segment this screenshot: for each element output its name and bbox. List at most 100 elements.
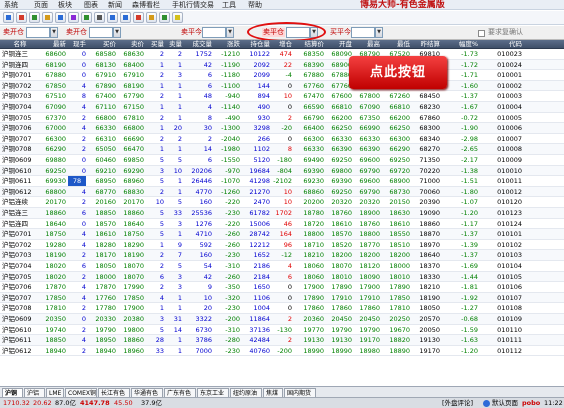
table-row[interactable]: 沪铜0702 67850 4 67890 68190 1 1 6 -1100 144 0 67760 6… <box>0 80 564 92</box>
table-row[interactable]: 沪铜0705 67370 2 66800 67810 2 1 8 -490 930 2 66790 66… <box>0 113 564 124</box>
column-header-11[interactable]: 结算价 <box>296 40 325 49</box>
order-form-icon[interactable] <box>29 12 40 23</box>
column-header-7[interactable]: 成交量 <box>186 40 213 49</box>
menu-item-3[interactable]: 图表 <box>84 1 98 9</box>
filter-dropdown-4[interactable]: ▼ <box>310 27 318 38</box>
menu-item-4[interactable]: 新闻 <box>108 1 122 9</box>
close-position-button[interactable]: 卖平仓 <box>262 28 285 37</box>
table-row[interactable]: 沪铝0706 17870 4 17870 17990 2 3 9 -350 1650 0 17900 1… <box>0 282 564 293</box>
line-chart-icon[interactable] <box>3 12 14 23</box>
filter-input-5[interactable] <box>351 27 375 38</box>
filter-dropdown-5[interactable]: ▼ <box>375 27 383 38</box>
column-header-1[interactable]: 最新 <box>42 40 66 49</box>
cell-13: 18900 <box>359 209 380 217</box>
menu-item-7[interactable]: 交易 <box>200 1 214 9</box>
filter-input-3[interactable] <box>202 27 226 38</box>
filter-input-4[interactable] <box>286 27 310 38</box>
table-row[interactable]: 沪铝0703 18190 2 18170 18190 2 7 160 -230 1652 -12 18… <box>0 250 564 261</box>
table-row[interactable]: 沪铜连三 68600 0 68580 68630 2 2 1752 -1210 10122 474 6… <box>0 49 564 60</box>
column-header-9[interactable]: 持仓量 <box>242 40 271 49</box>
filter-input-2[interactable] <box>89 27 113 38</box>
menu-item-0[interactable]: 系统 <box>4 1 18 9</box>
market-tab-0[interactable]: 沪铜 <box>2 388 23 397</box>
column-header-12[interactable]: 开盘 <box>326 40 352 49</box>
column-header-17[interactable]: 代码 <box>482 40 522 49</box>
market-tab-1[interactable]: 沪铝 <box>24 388 45 397</box>
table-row[interactable]: 沪铝连三 18860 6 18850 18860 5 33 25536 -230 61782 170… <box>0 208 564 219</box>
table-row[interactable]: 沪铝连四 18640 0 18570 18640 5 3 1276 -220 15006 46 187… <box>0 219 564 230</box>
table-row[interactable]: 沪铝0707 17850 4 17760 17850 4 1 10 -320 1106 0 17890… <box>0 292 564 304</box>
alarm-icon[interactable] <box>146 12 157 23</box>
column-header-4[interactable]: 卖价 <box>118 40 144 49</box>
table-row[interactable]: 沪铝连续 20170 2 20160 20170 10 5 160 -220 2470 10 2020… <box>0 197 564 208</box>
column-header-14[interactable]: 最低 <box>382 40 410 49</box>
table-row[interactable]: 沪铝0610 19740 2 19790 19800 5 14 6730 -310 37136 -1… <box>0 325 564 336</box>
quote-list-icon[interactable] <box>16 12 27 23</box>
market-tab-7[interactable]: 东京工业 <box>197 388 229 397</box>
column-header-5[interactable]: 买量 <box>146 40 164 49</box>
tool-icon[interactable] <box>81 12 92 23</box>
back-icon[interactable] <box>107 12 118 23</box>
table-row[interactable]: 沪铝0609 20350 0 20330 20380 3 31 3322 -200 11864 2 2… <box>0 314 564 325</box>
column-header-0[interactable]: 名称 <box>2 40 38 49</box>
menu-item-6[interactable]: 手机行情 <box>172 1 200 9</box>
menu-item-1[interactable]: 页面 <box>34 1 48 9</box>
menu-item-2[interactable]: 板块 <box>58 1 72 9</box>
status-default-page[interactable]: 默认页面 <box>492 399 518 408</box>
table-row[interactable]: 沪铝0701 18750 4 18610 18750 5 1 4710 -260 28742 164… <box>0 229 564 240</box>
market-tab-10[interactable]: 国内期货 <box>284 388 316 397</box>
trade-icon[interactable] <box>68 12 79 23</box>
column-header-13[interactable]: 最高 <box>354 40 380 49</box>
market-tab-9[interactable]: 焦煤 <box>263 388 283 397</box>
status-comment-link[interactable]: [外盘评论] <box>442 399 473 408</box>
menu-item-5[interactable]: 森博看栏 <box>132 1 160 9</box>
refresh-icon[interactable] <box>55 12 66 23</box>
table-row[interactable]: 沪铜0609 69880 0 60460 69850 5 5 6 -1550 5120 -180 69… <box>0 155 564 166</box>
table-row[interactable]: 沪铜0706 67000 4 66330 66800 1 20 30 -1300 3298 -20 6… <box>0 123 564 134</box>
market-tab-3[interactable]: COMEX铜 <box>65 388 97 397</box>
table-row[interactable]: 沪铝0708 17810 2 17780 17900 1 1 20 -230 1004 0 17860… <box>0 303 564 314</box>
filter-dropdown-2[interactable]: ▼ <box>113 27 121 38</box>
menu-item-8[interactable]: 工具 <box>222 1 236 9</box>
cell-10: -4 <box>285 71 292 80</box>
filter-input-1[interactable] <box>26 27 50 38</box>
market-tab-8[interactable]: 纽约原油 <box>230 388 262 397</box>
table-row[interactable]: 沪铝0611 18850 4 18950 18860 28 1 3786 -280 42484 2 1… <box>0 335 564 346</box>
column-header-16[interactable]: 幅度% <box>444 40 478 49</box>
confirm-checkbox[interactable] <box>478 30 485 37</box>
lightning-icon[interactable] <box>172 12 183 23</box>
cell-17: 010109 <box>497 315 522 323</box>
table-row[interactable]: 沪铜0708 66290 2 65050 66470 1 1 14 -1980 1102 8 6633… <box>0 144 564 155</box>
market-tab-5[interactable]: 华通有色 <box>131 388 163 397</box>
table-row[interactable]: 沪铜连四 68190 0 68130 68400 1 1 42 -1190 2092 22 68390… <box>0 59 564 71</box>
column-header-8[interactable]: 涨跌 <box>214 40 240 49</box>
column-header-6[interactable]: 卖量 <box>168 40 182 49</box>
table-row[interactable]: 沪铝0702 19280 4 18280 18290 1 9 592 -260 12212 96 18… <box>0 240 564 251</box>
table-row[interactable]: 沪铜0610 69250 0 69210 69290 3 10 20206 -970 19684-… <box>0 165 564 177</box>
forward-icon[interactable] <box>120 12 131 23</box>
market-tab-2[interactable]: LME <box>46 388 64 397</box>
market-tab-6[interactable]: 广东有色 <box>164 388 196 397</box>
table-row[interactable]: 沪铝0704 18020 6 18050 18070 2 5 54 -310 2186 4 18060… <box>0 261 564 272</box>
column-header-15[interactable]: 昨结算 <box>412 40 441 49</box>
table-row[interactable]: 沪铝0612 18940 2 18940 18960 33 1 7000 -230 40760 -2… <box>0 346 564 357</box>
filter-dropdown-3[interactable]: ▼ <box>226 27 234 38</box>
filter-dropdown-1[interactable]: ▼ <box>50 27 58 38</box>
table-row[interactable]: 沪铜0707 66300 2 66310 66690 2 2 2 -2040 266 0 66300 6… <box>0 134 564 145</box>
note-icon[interactable] <box>159 12 170 23</box>
status-value-2: 20.62 <box>33 399 52 407</box>
news-icon[interactable] <box>42 12 53 23</box>
column-header-2[interactable]: 现手 <box>68 40 86 49</box>
market-tab-4[interactable]: 长江有色 <box>98 388 130 397</box>
menu-item-9[interactable]: 帮助 <box>248 1 262 9</box>
table-row[interactable]: 沪铝0705 18020 2 18000 18070 6 3 42 -260 2184 6 18060… <box>0 271 564 283</box>
print-icon[interactable] <box>94 12 105 23</box>
table-row[interactable]: 沪铜0612 68800 4 68770 68830 2 1 4770 -1260 21270 10… <box>0 186 564 198</box>
table-row[interactable]: 沪铜0701 67880 0 67910 67910 2 3 6 -1180 2099 -4 6788… <box>0 70 564 81</box>
column-header-3[interactable]: 买价 <box>90 40 116 49</box>
table-row[interactable]: 沪铜0611 69930 78 68950 68960 5 1 26446 -1070 41298… <box>0 176 564 187</box>
table-row[interactable]: 沪铜0703 67510 8 67400 67790 2 1 48 -940 894 10 67470… <box>0 91 564 102</box>
zoom-icon[interactable] <box>133 12 144 23</box>
column-header-10[interactable]: 增仓 <box>272 40 292 49</box>
table-row[interactable]: 沪铜0704 67090 4 67110 67150 1 1 4 -1140 490 0 66590 6… <box>0 102 564 113</box>
